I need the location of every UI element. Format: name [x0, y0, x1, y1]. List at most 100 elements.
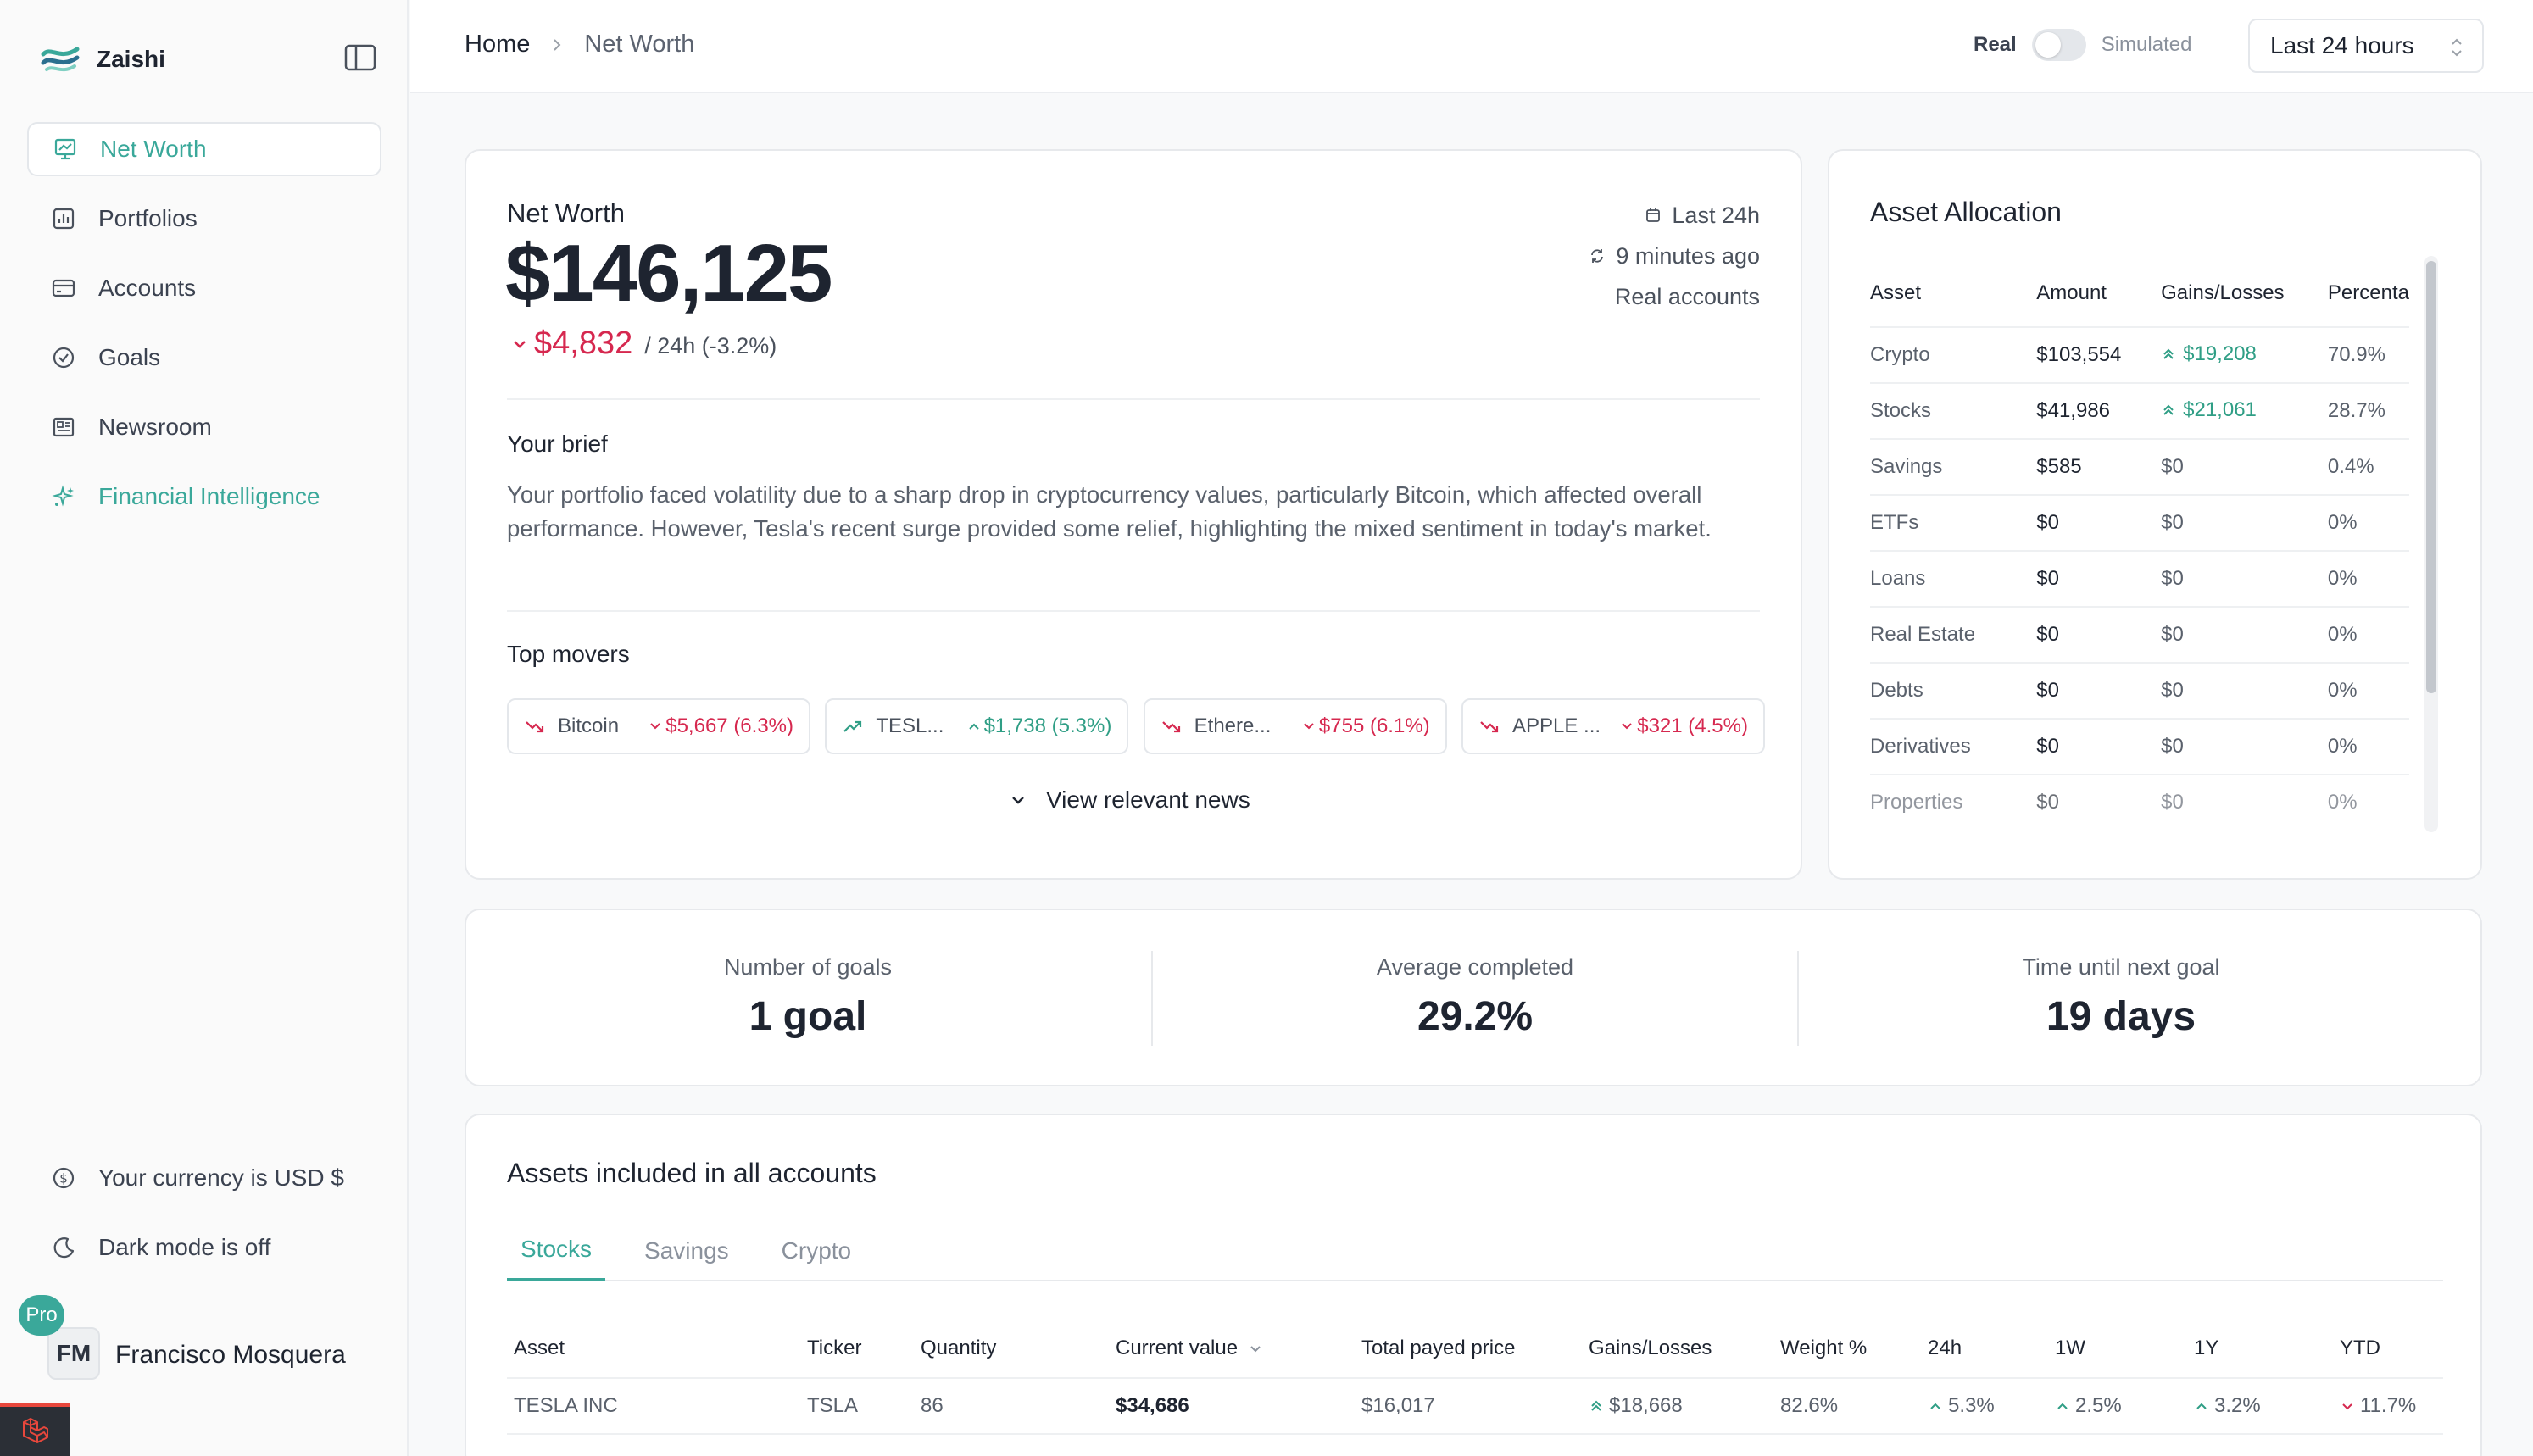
mover-amount: $755: [1318, 714, 1365, 737]
sidebar-item-portfolios[interactable]: Portfolios: [27, 192, 381, 246]
calendar-icon: [1646, 208, 1661, 222]
mode-simulated-label: Simulated: [2101, 33, 2192, 56]
currency-setting[interactable]: $ Your currency is USD $: [27, 1151, 381, 1205]
goal-stat: Time until next goal 19 days: [1799, 910, 2443, 1088]
sidebar-item-newsroom[interactable]: Newsroom: [27, 400, 381, 454]
allocation-scrollbar[interactable]: [2424, 256, 2438, 832]
currency-label: Your currency is USD $: [98, 1164, 344, 1191]
table-row[interactable]: Derivatives $0 $0 0%: [1870, 719, 2409, 775]
breadcrumb: Home Net Worth: [465, 31, 694, 58]
breadcrumb-home[interactable]: Home: [465, 31, 530, 58]
dark-mode-toggle[interactable]: Dark mode is off: [27, 1220, 381, 1275]
table-row[interactable]: Debts $0 $0 0%: [1870, 663, 2409, 720]
gain-cell: $18,668: [1582, 1378, 1773, 1435]
mover-chip[interactable]: APPLE ... $321 (4.5%): [1461, 698, 1765, 754]
mover-chip[interactable]: Bitcoin $5,667 (6.3%): [507, 698, 810, 754]
gain-cell: $0: [2161, 495, 2328, 552]
table-row[interactable]: Savings $585 $0 0.4%: [1870, 439, 2409, 496]
trending-up-icon: [843, 720, 862, 732]
tab-stocks[interactable]: Stocks: [507, 1220, 606, 1281]
main-nav: Net Worth Portfolios Accounts Goals News…: [27, 122, 381, 539]
mover-value: $755 (6.1%): [1302, 714, 1430, 738]
column-header[interactable]: YTD: [2333, 1319, 2443, 1379]
table-row[interactable]: Stocks $41,986 $21,061 28.7%: [1870, 383, 2409, 440]
column-header[interactable]: Ticker: [800, 1319, 914, 1379]
mover-chip[interactable]: TESL... $1,738 (5.3%): [825, 698, 1129, 754]
column-header[interactable]: 24h: [1921, 1319, 2048, 1379]
chevron-down-icon: [650, 723, 660, 730]
table-row[interactable]: ETFs $0 $0 0%: [1870, 495, 2409, 552]
column-header[interactable]: 1W: [2048, 1319, 2187, 1379]
percent-cell: 0.4%: [2327, 439, 2409, 496]
column-header-sorted[interactable]: Current value: [1109, 1319, 1355, 1379]
chevron-up-icon: [968, 723, 979, 730]
sidebar-item-accounts[interactable]: Accounts: [27, 261, 381, 315]
column-header[interactable]: 1Y: [2187, 1319, 2333, 1379]
column-header[interactable]: Total payed price: [1355, 1319, 1582, 1379]
double-chevron-up-icon: [2163, 404, 2174, 415]
divider: [507, 398, 1760, 400]
gain-value: $18,668: [1609, 1394, 1683, 1417]
table-row[interactable]: Crypto $103,554 $19,208 70.9%: [1870, 327, 2409, 384]
allocation-scroll-area[interactable]: Asset Amount Gains/Losses Percenta Crypt…: [1829, 259, 2416, 827]
brand[interactable]: Zaishi: [41, 42, 165, 76]
trending-down-icon: [1161, 721, 1180, 733]
meta-updated: 9 minutes ago: [1616, 243, 1760, 269]
change-ytd-cell: 11.7%: [2333, 1378, 2443, 1435]
goal-stat: Average completed 29.2%: [1153, 910, 1797, 1088]
chevron-down-icon: [2342, 1403, 2352, 1410]
table-row[interactable]: Loans $0 $0 0%: [1870, 551, 2409, 608]
goal-stat-label: Time until next goal: [2022, 954, 2220, 980]
gain-cell: $0: [2161, 607, 2328, 664]
account-mode-toggle: Real Simulated: [1974, 29, 2191, 61]
column-header[interactable]: Asset: [507, 1319, 800, 1379]
percent-cell: 0%: [2327, 607, 2409, 664]
mover-amount: $5,667: [665, 714, 728, 737]
assets-card: Assets included in all accounts Stocks S…: [465, 1114, 2482, 1456]
mover-amount: $1,738: [983, 714, 1046, 737]
mover-pct: (6.3%): [733, 714, 793, 737]
scrollbar-thumb[interactable]: [2426, 261, 2436, 693]
debugbar-tab[interactable]: [0, 1403, 70, 1456]
user-name: Francisco Mosquera: [115, 1341, 346, 1369]
goal-stat: Number of goals 1 goal: [466, 910, 1150, 1088]
user-profile[interactable]: Pro FM Francisco Mosquera: [19, 1295, 388, 1380]
percent-cell: 0%: [2327, 775, 2409, 827]
change-value: 5.3%: [1948, 1394, 1995, 1417]
assets-table: Asset Ticker Quantity Current value Tota…: [507, 1319, 2443, 1435]
goal-stat-value: 19 days: [2046, 994, 2196, 1039]
table-row[interactable]: Real Estate $0 $0 0%: [1870, 607, 2409, 664]
mover-pct: (5.3%): [1051, 714, 1112, 737]
sidebar-toggle-icon[interactable]: [344, 44, 376, 71]
net-worth-card: Net Worth $146,125 $4,832 / 24h (-3.2%) …: [465, 149, 1802, 880]
tab-savings[interactable]: Savings: [631, 1220, 743, 1281]
sidebar-item-financial-intelligence[interactable]: Financial Intelligence: [27, 470, 381, 524]
table-row[interactable]: Properties $0 $0 0%: [1870, 775, 2409, 827]
tab-crypto[interactable]: Crypto: [768, 1220, 865, 1281]
top-bar: Home Net Worth Real Simulated Last 24 ho…: [410, 0, 2533, 93]
asset-tabs: Stocks Savings Crypto: [507, 1220, 2443, 1281]
change-period: / 24h (-3.2%): [644, 333, 777, 358]
mover-chip[interactable]: Ethere... $755 (6.1%): [1143, 698, 1447, 754]
mover-pct: (4.5%): [1688, 714, 1748, 737]
column-header[interactable]: Gains/Losses: [1582, 1319, 1773, 1379]
view-news-button[interactable]: View relevant news: [1009, 786, 1250, 814]
mover-value: $5,667 (6.3%): [649, 714, 793, 738]
assets-title: Assets included in all accounts: [507, 1158, 877, 1188]
amount-cell: $0: [2036, 775, 2162, 827]
gain-value: $21,061: [2183, 398, 2257, 421]
sidebar-item-goals[interactable]: Goals: [27, 331, 381, 385]
period-select[interactable]: Last 24 hours: [2248, 19, 2484, 73]
percent-cell: 0%: [2327, 719, 2409, 775]
dark-mode-label: Dark mode is off: [98, 1234, 271, 1260]
mover-name: Ethere...: [1194, 714, 1272, 737]
table-row[interactable]: TESLA INC TSLA 86 $34,686 $16,017 $18,66…: [507, 1378, 2443, 1435]
chart-bar-icon: [53, 208, 75, 230]
column-header[interactable]: Weight %: [1773, 1319, 1921, 1379]
column-header[interactable]: Quantity: [914, 1319, 1109, 1379]
sidebar-item-label: Newsroom: [98, 414, 212, 440]
sidebar-item-net-worth[interactable]: Net Worth: [27, 122, 381, 176]
sidebar-item-label: Financial Intelligence: [98, 483, 320, 509]
mode-switch[interactable]: [2031, 29, 2086, 61]
meta-period: Last 24h: [1672, 203, 1760, 228]
